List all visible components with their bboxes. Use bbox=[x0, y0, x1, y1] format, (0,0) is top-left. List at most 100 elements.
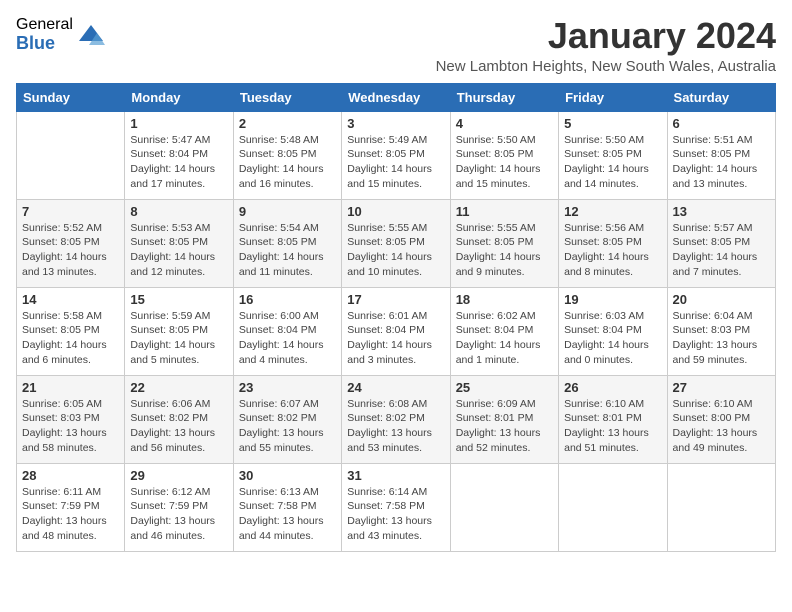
day-number: 24 bbox=[347, 380, 444, 395]
day-number: 12 bbox=[564, 204, 661, 219]
day-info: Sunrise: 5:59 AMSunset: 8:05 PMDaylight:… bbox=[130, 309, 227, 368]
calendar-cell: 20Sunrise: 6:04 AMSunset: 8:03 PMDayligh… bbox=[667, 287, 775, 375]
day-info: Sunrise: 5:58 AMSunset: 8:05 PMDaylight:… bbox=[22, 309, 119, 368]
day-info: Sunrise: 6:11 AMSunset: 7:59 PMDaylight:… bbox=[22, 485, 119, 544]
day-info: Sunrise: 6:04 AMSunset: 8:03 PMDaylight:… bbox=[673, 309, 770, 368]
day-number: 3 bbox=[347, 116, 444, 131]
logo-icon bbox=[77, 21, 105, 49]
week-row-1: 1Sunrise: 5:47 AMSunset: 8:04 PMDaylight… bbox=[17, 111, 776, 199]
title-section: January 2024 New Lambton Heights, New So… bbox=[436, 16, 776, 75]
calendar-cell: 29 Sunrise: 6:12 AMSunset: 7:59 PMDayligh… bbox=[125, 463, 233, 551]
day-number: 8 bbox=[130, 204, 227, 219]
day-number: 19 bbox=[564, 292, 661, 307]
day-number: 21 bbox=[22, 380, 119, 395]
day-number: 11 bbox=[456, 204, 553, 219]
weekday-header-friday: Friday bbox=[559, 83, 667, 111]
day-info: Sunrise: 5:50 AMSunset: 8:05 PMDaylight:… bbox=[564, 133, 661, 192]
calendar-cell: 21Sunrise: 6:05 AMSunset: 8:03 PMDayligh… bbox=[17, 375, 125, 463]
day-info: Sunrise: 6:02 AMSunset: 8:04 PMDaylight:… bbox=[456, 309, 553, 368]
day-info: Sunrise: 5:52 AMSunset: 8:05 PMDaylight:… bbox=[22, 221, 119, 280]
day-info: Sunrise: 6:00 AMSunset: 8:04 PMDaylight:… bbox=[239, 309, 336, 368]
calendar-cell: 13 Sunrise: 5:57 AMSunset: 8:05 PMDayligh… bbox=[667, 199, 775, 287]
calendar-table: SundayMondayTuesdayWednesdayThursdayFrid… bbox=[16, 83, 776, 552]
calendar-cell: 11 Sunrise: 5:55 AMSunset: 8:05 PMDayligh… bbox=[450, 199, 558, 287]
day-info: Sunrise: 5:55 AMSunset: 8:05 PMDaylight:… bbox=[456, 221, 553, 280]
week-row-4: 21Sunrise: 6:05 AMSunset: 8:03 PMDayligh… bbox=[17, 375, 776, 463]
day-number: 30 bbox=[239, 468, 336, 483]
day-number: 26 bbox=[564, 380, 661, 395]
weekday-header-row: SundayMondayTuesdayWednesdayThursdayFrid… bbox=[17, 83, 776, 111]
calendar-cell bbox=[559, 463, 667, 551]
logo-text: General Blue bbox=[16, 16, 73, 53]
day-number: 4 bbox=[456, 116, 553, 131]
location-title: New Lambton Heights, New South Wales, Au… bbox=[436, 58, 776, 75]
calendar-cell: 4Sunrise: 5:50 AMSunset: 8:05 PMDaylight… bbox=[450, 111, 558, 199]
day-number: 25 bbox=[456, 380, 553, 395]
calendar-cell: 19 Sunrise: 6:03 AMSunset: 8:04 PMDayligh… bbox=[559, 287, 667, 375]
day-info: Sunrise: 6:13 AMSunset: 7:58 PMDaylight:… bbox=[239, 485, 336, 544]
weekday-header-sunday: Sunday bbox=[17, 83, 125, 111]
day-number: 7 bbox=[22, 204, 119, 219]
day-info: Sunrise: 6:10 AMSunset: 8:00 PMDaylight:… bbox=[673, 397, 770, 456]
logo: General Blue bbox=[16, 16, 105, 53]
calendar-cell: 1Sunrise: 5:47 AMSunset: 8:04 PMDaylight… bbox=[125, 111, 233, 199]
month-title: January 2024 bbox=[436, 16, 776, 56]
day-number: 1 bbox=[130, 116, 227, 131]
calendar-cell: 18 Sunrise: 6:02 AMSunset: 8:04 PMDayligh… bbox=[450, 287, 558, 375]
calendar-cell: 8 Sunrise: 5:53 AMSunset: 8:05 PMDaylight… bbox=[125, 199, 233, 287]
day-number: 14 bbox=[22, 292, 119, 307]
calendar-cell: 17 Sunrise: 6:01 AMSunset: 8:04 PMDayligh… bbox=[342, 287, 450, 375]
calendar-cell bbox=[450, 463, 558, 551]
day-number: 15 bbox=[130, 292, 227, 307]
day-info: Sunrise: 5:54 AMSunset: 8:05 PMDaylight:… bbox=[239, 221, 336, 280]
calendar-cell: 7 Sunrise: 5:52 AMSunset: 8:05 PMDaylight… bbox=[17, 199, 125, 287]
week-row-2: 7 Sunrise: 5:52 AMSunset: 8:05 PMDaylight… bbox=[17, 199, 776, 287]
weekday-header-tuesday: Tuesday bbox=[233, 83, 341, 111]
calendar-cell: 26 Sunrise: 6:10 AMSunset: 8:01 PMDayligh… bbox=[559, 375, 667, 463]
day-number: 9 bbox=[239, 204, 336, 219]
weekday-header-thursday: Thursday bbox=[450, 83, 558, 111]
calendar-cell: 5Sunrise: 5:50 AMSunset: 8:05 PMDaylight… bbox=[559, 111, 667, 199]
calendar-cell: 27 Sunrise: 6:10 AMSunset: 8:00 PMDayligh… bbox=[667, 375, 775, 463]
calendar-cell: 30 Sunrise: 6:13 AMSunset: 7:58 PMDayligh… bbox=[233, 463, 341, 551]
day-number: 16 bbox=[239, 292, 336, 307]
page-header: General Blue January 2024 New Lambton He… bbox=[16, 16, 776, 75]
calendar-cell: 23 Sunrise: 6:07 AMSunset: 8:02 PMDayligh… bbox=[233, 375, 341, 463]
calendar-cell: 3 Sunrise: 5:49 AMSunset: 8:05 PMDaylight… bbox=[342, 111, 450, 199]
day-number: 17 bbox=[347, 292, 444, 307]
calendar-cell: 16 Sunrise: 6:00 AMSunset: 8:04 PMDayligh… bbox=[233, 287, 341, 375]
weekday-header-wednesday: Wednesday bbox=[342, 83, 450, 111]
day-info: Sunrise: 5:56 AMSunset: 8:05 PMDaylight:… bbox=[564, 221, 661, 280]
logo-general: General bbox=[16, 16, 73, 34]
calendar-cell: 14 Sunrise: 5:58 AMSunset: 8:05 PMDayligh… bbox=[17, 287, 125, 375]
weekday-header-saturday: Saturday bbox=[667, 83, 775, 111]
calendar-cell: 2Sunrise: 5:48 AMSunset: 8:05 PMDaylight… bbox=[233, 111, 341, 199]
day-info: Sunrise: 6:07 AMSunset: 8:02 PMDaylight:… bbox=[239, 397, 336, 456]
day-info: Sunrise: 5:55 AMSunset: 8:05 PMDaylight:… bbox=[347, 221, 444, 280]
day-number: 23 bbox=[239, 380, 336, 395]
day-info: Sunrise: 6:10 AMSunset: 8:01 PMDaylight:… bbox=[564, 397, 661, 456]
day-number: 27 bbox=[673, 380, 770, 395]
calendar-cell bbox=[667, 463, 775, 551]
day-info: Sunrise: 6:08 AMSunset: 8:02 PMDaylight:… bbox=[347, 397, 444, 456]
day-info: Sunrise: 5:51 AMSunset: 8:05 PMDaylight:… bbox=[673, 133, 770, 192]
calendar-cell: 22Sunrise: 6:06 AMSunset: 8:02 PMDayligh… bbox=[125, 375, 233, 463]
calendar-cell bbox=[17, 111, 125, 199]
calendar-cell: 10Sunrise: 5:55 AMSunset: 8:05 PMDayligh… bbox=[342, 199, 450, 287]
day-info: Sunrise: 6:12 AMSunset: 7:59 PMDaylight:… bbox=[130, 485, 227, 544]
day-info: Sunrise: 6:14 AMSunset: 7:58 PMDaylight:… bbox=[347, 485, 444, 544]
day-info: Sunrise: 6:03 AMSunset: 8:04 PMDaylight:… bbox=[564, 309, 661, 368]
calendar-cell: 31 Sunrise: 6:14 AMSunset: 7:58 PMDayligh… bbox=[342, 463, 450, 551]
day-number: 18 bbox=[456, 292, 553, 307]
day-number: 13 bbox=[673, 204, 770, 219]
calendar-cell: 6Sunrise: 5:51 AMSunset: 8:05 PMDaylight… bbox=[667, 111, 775, 199]
day-info: Sunrise: 5:48 AMSunset: 8:05 PMDaylight:… bbox=[239, 133, 336, 192]
day-info: Sunrise: 6:01 AMSunset: 8:04 PMDaylight:… bbox=[347, 309, 444, 368]
day-info: Sunrise: 5:57 AMSunset: 8:05 PMDaylight:… bbox=[673, 221, 770, 280]
calendar-cell: 28Sunrise: 6:11 AMSunset: 7:59 PMDayligh… bbox=[17, 463, 125, 551]
day-info: Sunrise: 5:49 AMSunset: 8:05 PMDaylight:… bbox=[347, 133, 444, 192]
day-info: Sunrise: 6:09 AMSunset: 8:01 PMDaylight:… bbox=[456, 397, 553, 456]
day-number: 29 bbox=[130, 468, 227, 483]
day-info: Sunrise: 5:53 AMSunset: 8:05 PMDaylight:… bbox=[130, 221, 227, 280]
day-number: 31 bbox=[347, 468, 444, 483]
